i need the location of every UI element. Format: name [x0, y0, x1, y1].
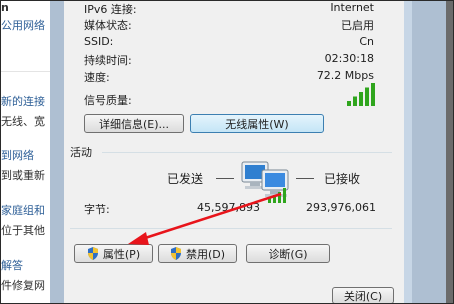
ssid-label: SSID:	[84, 35, 114, 48]
dialog-frame-left	[50, 0, 65, 304]
signal-bar	[371, 83, 375, 106]
duration-value: 02:30:18	[324, 52, 374, 65]
bg-text-located: 位于其他	[1, 224, 45, 237]
small-signal-icon	[268, 188, 286, 203]
ipv6-connectivity-value: Internet	[330, 1, 374, 14]
bg-text-repair: 件修复网	[1, 279, 45, 292]
properties-button-label: 属性(P)	[102, 247, 141, 261]
media-state-value: 已启用	[341, 19, 374, 32]
sent-dash	[216, 178, 234, 179]
bg-link-connect-network[interactable]: 到网络	[1, 147, 34, 163]
bg-link-homegroup[interactable]: 家庭组和	[1, 202, 45, 218]
sent-label: 已发送	[167, 172, 204, 186]
bg-link-new-connection[interactable]: 新的连接	[1, 93, 45, 109]
uac-shield-icon	[170, 247, 181, 260]
signal-strength-icon	[347, 83, 375, 106]
uac-shield-icon	[87, 247, 98, 260]
speed-value: 72.2 Mbps	[316, 69, 374, 82]
received-label: 已接收	[324, 172, 361, 186]
diagnose-button[interactable]: 诊断(G)	[246, 244, 330, 263]
bg-link-public-network[interactable]: 公用网络	[1, 17, 45, 33]
bytes-sent-value: 45,597,893	[197, 201, 260, 214]
activity-group-label: 活动	[70, 146, 92, 159]
received-dash	[296, 178, 314, 179]
duration-label: 持续时间:	[84, 54, 132, 67]
bg-text-reconnect: 到或重新	[1, 169, 45, 182]
properties-button[interactable]: 属性(P)	[74, 244, 153, 263]
media-state-label: 媒体状态:	[84, 19, 132, 32]
bytes-received-value: 293,976,061	[306, 201, 376, 214]
wlan-status-dialog: IPv6 连接: Internet 媒体状态: 已启用 SSID: Cn 持续时…	[64, 0, 404, 304]
wireless-properties-button[interactable]: 无线属性(W)	[190, 114, 324, 133]
signal-bar	[347, 101, 351, 106]
signal-bar	[353, 96, 357, 106]
bg-title: n	[1, 1, 9, 14]
disable-button[interactable]: 禁用(D)	[158, 244, 237, 263]
bg-text-wireless: 无线、宽	[1, 115, 45, 128]
bg-link-troubleshoot[interactable]: 解答	[1, 257, 23, 273]
ipv6-connectivity-label: IPv6 连接:	[84, 3, 137, 16]
ssid-value: Cn	[359, 35, 374, 48]
close-button[interactable]: 关闭(C)	[332, 287, 394, 304]
signal-bar	[365, 87, 369, 106]
details-button[interactable]: 详细信息(E)...	[84, 114, 184, 133]
signal-bar	[359, 92, 363, 106]
dialog-frame-right	[404, 0, 454, 304]
bytes-label: 字节:	[84, 203, 110, 216]
disable-button-label: 禁用(D)	[185, 247, 226, 261]
signal-quality-label: 信号质量:	[84, 94, 132, 107]
speed-label: 速度:	[84, 71, 110, 84]
